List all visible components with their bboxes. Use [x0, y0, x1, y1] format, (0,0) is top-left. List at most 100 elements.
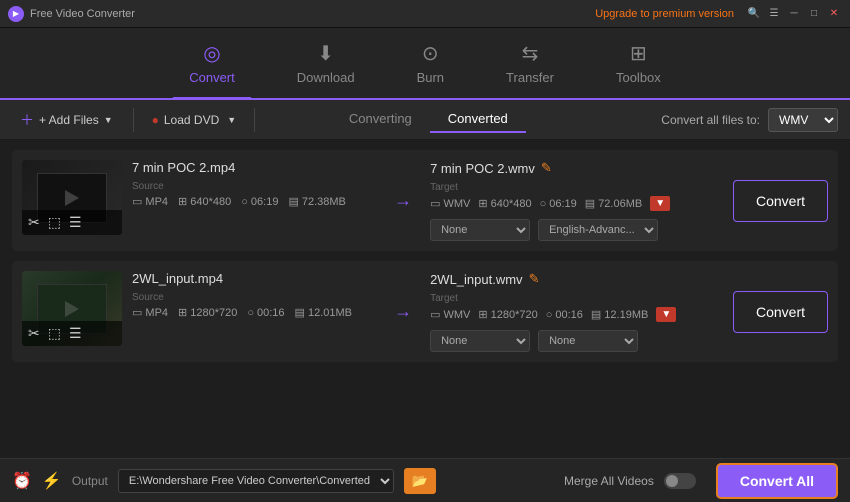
source-label-2: Source [132, 292, 376, 303]
subtitle-select-1[interactable]: None [430, 219, 530, 241]
target-resolution-2: ⊞ 1280*720 [478, 308, 537, 321]
lightning-icon[interactable]: ⚡ [42, 471, 62, 491]
target-filename-2: 2WL_input.wmv ✎ [430, 271, 723, 287]
app-title-area: ▶ Free Video Converter [8, 6, 135, 22]
target-clock-icon-1: ○ [540, 198, 547, 210]
audio-select-2[interactable]: None [538, 330, 638, 352]
settings-icon-1[interactable]: ☰ [69, 214, 82, 231]
maximize-btn[interactable]: □ [806, 6, 822, 22]
merge-toggle[interactable] [664, 473, 696, 489]
target-size-1: ▤ 72.06MB [585, 197, 642, 210]
titlebar: ▶ Free Video Converter Upgrade to premiu… [0, 0, 850, 28]
file-info-2: 2WL_input.mp4 Source ▭ MP4 ⊞ 1280*720 ○ … [132, 271, 376, 319]
arrow-right-1: → [386, 190, 420, 211]
nav-item-toolbox[interactable]: ⊞ Toolbox [600, 35, 677, 91]
download-nav-icon: ⬇ [317, 41, 334, 66]
add-icon: ＋ [20, 110, 34, 130]
convert-btn-2[interactable]: Convert [733, 291, 828, 333]
target-filename-1: 7 min POC 2.wmv ✎ [430, 160, 723, 176]
nav-label-toolbox: Toolbox [616, 70, 661, 85]
file-item-1: ✂ ⬚ ☰ 7 min POC 2.mp4 Source ▭ MP4 ⊞ 640… [12, 150, 838, 251]
source-resolution-1: ⊞ 640*480 [178, 195, 231, 208]
thumbnail-2: ✂ ⬚ ☰ [22, 271, 122, 346]
minimize-btn[interactable]: ─ [786, 6, 802, 22]
clock-bottom-icon[interactable]: ⏰ [12, 471, 32, 491]
transfer-nav-icon: ⇆ [522, 41, 539, 66]
target-format-icon-2: ▭ [430, 308, 440, 321]
toolbar: ＋ + Add Files ▼ ● Load DVD ▼ Converting … [0, 100, 850, 140]
cut-icon-2[interactable]: ✂ [28, 325, 40, 342]
clock-icon-1: ○ [241, 196, 248, 208]
nav-item-transfer[interactable]: ⇆ Transfer [490, 35, 570, 91]
source-resolution-2: ⊞ 1280*720 [178, 306, 237, 319]
tab-group: Converting Converted [331, 106, 526, 133]
source-format-1: ▭ MP4 [132, 195, 168, 208]
format-icon-1: ▭ [132, 195, 142, 208]
target-dropdown-btn-2[interactable]: ▼ [656, 307, 676, 322]
clip-icon-1[interactable]: ⬚ [48, 214, 61, 231]
target-format-1: ▭ WMV [430, 197, 470, 210]
target-res-icon-1: ⊞ [478, 197, 487, 210]
target-section-1: 7 min POC 2.wmv ✎ Target ▭ WMV ⊞ 640*480… [430, 160, 723, 241]
open-folder-btn[interactable]: 📂 [404, 468, 436, 494]
output-path-select[interactable]: E:\Wondershare Free Video Converter\Conv… [118, 469, 394, 493]
convert-all-button[interactable]: Convert All [716, 463, 838, 499]
convert-btn-1[interactable]: Convert [733, 180, 828, 222]
source-duration-2: ○ 00:16 [247, 307, 284, 319]
thumb-tools-1: ✂ ⬚ ☰ [22, 210, 122, 235]
arrow-right-2: → [386, 301, 420, 322]
format-icon-2: ▭ [132, 306, 142, 319]
target-label-1: Target [430, 182, 723, 193]
format-select[interactable]: WMV MP4 AVI MOV [768, 108, 838, 132]
nav-item-convert[interactable]: ◎ Convert [173, 35, 251, 91]
file-info-1: 7 min POC 2.mp4 Source ▭ MP4 ⊞ 640*480 ○… [132, 160, 376, 208]
upgrade-link[interactable]: Upgrade to premium version [595, 8, 734, 20]
app-title: Free Video Converter [30, 8, 135, 20]
tab-converted[interactable]: Converted [430, 106, 526, 133]
source-row-2: ▭ MP4 ⊞ 1280*720 ○ 00:16 ▤ 12.01MB [132, 306, 376, 319]
target-row-1: ▭ WMV ⊞ 640*480 ○ 06:19 ▤ 72.06MB ▼ [430, 196, 723, 211]
nav-item-burn[interactable]: ⊙ Burn [401, 35, 460, 91]
edit-icon-2[interactable]: ✎ [529, 271, 540, 287]
menu-title-btn[interactable]: ☰ [766, 6, 782, 22]
load-dvd-label: Load DVD [164, 113, 219, 127]
source-size-2: ▤ 12.01MB [295, 306, 352, 319]
play-icon-2 [65, 301, 79, 317]
convert-all-files-label: Convert all files to: [661, 113, 760, 127]
clock-icon-2: ○ [247, 307, 254, 319]
merge-label: Merge All Videos [564, 474, 654, 488]
target-label-2: Target [430, 293, 723, 304]
thumbnail-1: ✂ ⬚ ☰ [22, 160, 122, 235]
target-size-2: ▤ 12.19MB [591, 308, 648, 321]
cut-icon-1[interactable]: ✂ [28, 214, 40, 231]
size-icon-2: ▤ [295, 306, 305, 319]
search-title-btn[interactable]: 🔍 [746, 6, 762, 22]
thumb-tools-2: ✂ ⬚ ☰ [22, 321, 122, 346]
dvd-icon: ● [152, 113, 159, 127]
tab-converting[interactable]: Converting [331, 106, 430, 133]
edit-icon-1[interactable]: ✎ [541, 160, 552, 176]
nav-item-download[interactable]: ⬇ Download [281, 35, 371, 91]
source-size-1: ▤ 72.38MB [288, 195, 345, 208]
add-files-button[interactable]: ＋ + Add Files ▼ [12, 106, 121, 134]
target-clock-icon-2: ○ [546, 309, 553, 321]
add-files-dropdown-icon: ▼ [104, 115, 113, 125]
nav-label-convert: Convert [189, 70, 235, 85]
toolbar-divider-2 [254, 108, 255, 132]
right-toolbar: Convert all files to: WMV MP4 AVI MOV [661, 108, 838, 132]
target-duration-2: ○ 00:16 [546, 309, 583, 321]
audio-select-1[interactable]: English-Advanc... [538, 219, 658, 241]
clip-icon-2[interactable]: ⬚ [48, 325, 61, 342]
add-files-label: + Add Files [39, 113, 99, 127]
settings-icon-2[interactable]: ☰ [69, 325, 82, 342]
subtitle-select-2[interactable]: None [430, 330, 530, 352]
target-format-2: ▭ WMV [430, 308, 470, 321]
close-btn[interactable]: ✕ [826, 6, 842, 22]
target-res-icon-2: ⊞ [478, 308, 487, 321]
load-dvd-button[interactable]: ● Load DVD ▼ [146, 109, 243, 131]
target-dropdown-btn-1[interactable]: ▼ [650, 196, 670, 211]
target-row-2: ▭ WMV ⊞ 1280*720 ○ 00:16 ▤ 12.19MB ▼ [430, 307, 723, 322]
source-row-1: ▭ MP4 ⊞ 640*480 ○ 06:19 ▤ 72.38MB [132, 195, 376, 208]
nav-label-download: Download [297, 70, 355, 85]
source-filename-1: 7 min POC 2.mp4 [132, 160, 376, 175]
